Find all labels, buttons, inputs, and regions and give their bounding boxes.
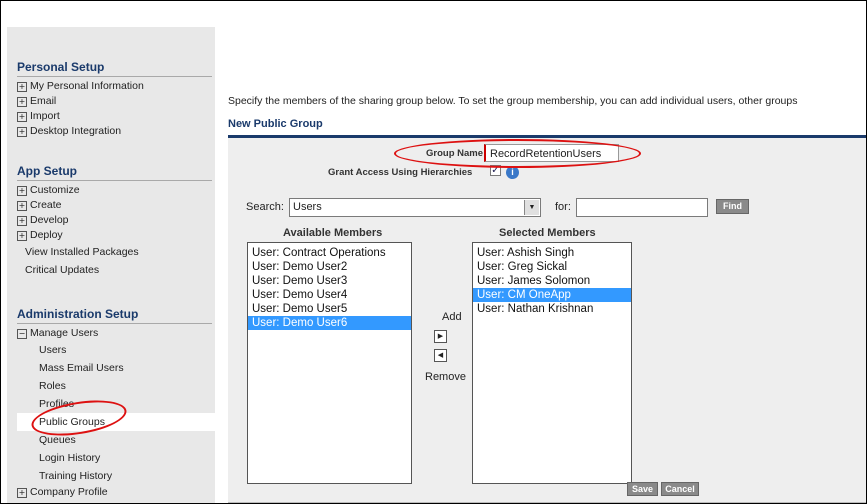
selected-member-option[interactable]: User: James Solomon [473, 274, 631, 288]
remove-arrow-button[interactable]: ◀ [434, 349, 447, 362]
available-member-option[interactable]: User: Demo User3 [248, 274, 411, 288]
sidebar-item-company-profile[interactable]: + Company Profile [17, 485, 212, 500]
available-member-option[interactable]: User: Demo User4 [248, 288, 411, 302]
expand-icon[interactable]: + [17, 488, 27, 498]
chevron-down-icon[interactable]: ▼ [524, 200, 539, 215]
sidebar-item-desktop-integration[interactable]: + Desktop Integration [17, 124, 212, 139]
cancel-button[interactable]: Cancel [661, 482, 699, 496]
personal-setup-title: Personal Setup [17, 59, 212, 77]
sidebar-item-import[interactable]: + Import [17, 109, 212, 124]
sidebar-item-customize[interactable]: + Customize [17, 183, 212, 198]
search-select-value: Users [293, 201, 322, 213]
expand-icon[interactable]: + [17, 127, 27, 137]
app-setup-title: App Setup [17, 163, 212, 181]
sidebar-link-users[interactable]: Users [17, 341, 212, 359]
available-members-title: Available Members [283, 227, 383, 239]
personal-setup-section: Personal Setup + My Personal Information … [17, 59, 212, 139]
sidebar-link-login-history[interactable]: Login History [17, 449, 212, 467]
selected-members-list[interactable]: User: Ashish Singh User: Greg Sickal User:… [472, 242, 632, 484]
expand-icon[interactable]: + [17, 231, 27, 241]
sidebar-link-critical-updates[interactable]: Critical Updates [17, 261, 212, 279]
sidebar-item-deploy[interactable]: + Deploy [17, 228, 212, 243]
remove-label: Remove [425, 371, 466, 383]
expand-icon[interactable]: + [17, 216, 27, 226]
available-member-option[interactable]: User: Demo User6 [248, 316, 411, 330]
window-frame: Personal Setup + My Personal Information … [0, 0, 867, 504]
collapse-icon[interactable]: − [17, 329, 27, 339]
available-member-option[interactable]: User: Demo User5 [248, 302, 411, 316]
available-member-option[interactable]: User: Demo User2 [248, 260, 411, 274]
search-select[interactable]: Users ▼ [289, 198, 541, 217]
sidebar-link-view-installed-packages[interactable]: View Installed Packages [17, 243, 212, 261]
find-button[interactable]: Find [716, 199, 749, 214]
administration-setup-title: Administration Setup [17, 306, 212, 324]
app-setup-section: App Setup + Customize + Create + Develop + D… [17, 163, 212, 279]
expand-icon[interactable]: + [17, 201, 27, 211]
expand-icon[interactable]: + [17, 186, 27, 196]
sidebar-item-create[interactable]: + Create [17, 198, 212, 213]
sidebar-item-develop[interactable]: + Develop [17, 213, 212, 228]
expand-icon[interactable]: + [17, 97, 27, 107]
for-input[interactable] [576, 198, 708, 217]
sidebar-link-roles[interactable]: Roles [17, 377, 212, 395]
selected-member-option[interactable]: User: Nathan Krishnan [473, 302, 631, 316]
sidebar-link-training-history[interactable]: Training History [17, 467, 212, 485]
expand-icon[interactable]: + [17, 82, 27, 92]
intro-text: Specify the members of the sharing group… [228, 95, 798, 107]
sidebar-item-my-personal-information[interactable]: + My Personal Information [17, 79, 212, 94]
for-label: for: [555, 201, 571, 213]
search-label: Search: [246, 201, 284, 213]
available-member-option[interactable]: User: Contract Operations [248, 246, 411, 260]
sidebar-item-manage-users[interactable]: − Manage Users [17, 326, 212, 341]
sidebar-item-email[interactable]: + Email [17, 94, 212, 109]
add-arrow-button[interactable]: ▶ [434, 330, 447, 343]
selected-member-option[interactable]: User: Ashish Singh [473, 246, 631, 260]
selected-members-title: Selected Members [499, 227, 596, 239]
grant-access-label: Grant Access Using Hierarchies [328, 167, 473, 178]
section-title: New Public Group [228, 118, 323, 130]
sidebar-link-mass-email-users[interactable]: Mass Email Users [17, 359, 212, 377]
add-label: Add [442, 311, 462, 323]
selected-member-option[interactable]: User: CM OneApp [473, 288, 631, 302]
selected-member-option[interactable]: User: Greg Sickal [473, 260, 631, 274]
available-members-list[interactable]: User: Contract Operations User: Demo User… [247, 242, 412, 484]
group-name-highlight-circle [394, 139, 641, 168]
save-button[interactable]: Save [627, 482, 658, 496]
expand-icon[interactable]: + [17, 112, 27, 122]
